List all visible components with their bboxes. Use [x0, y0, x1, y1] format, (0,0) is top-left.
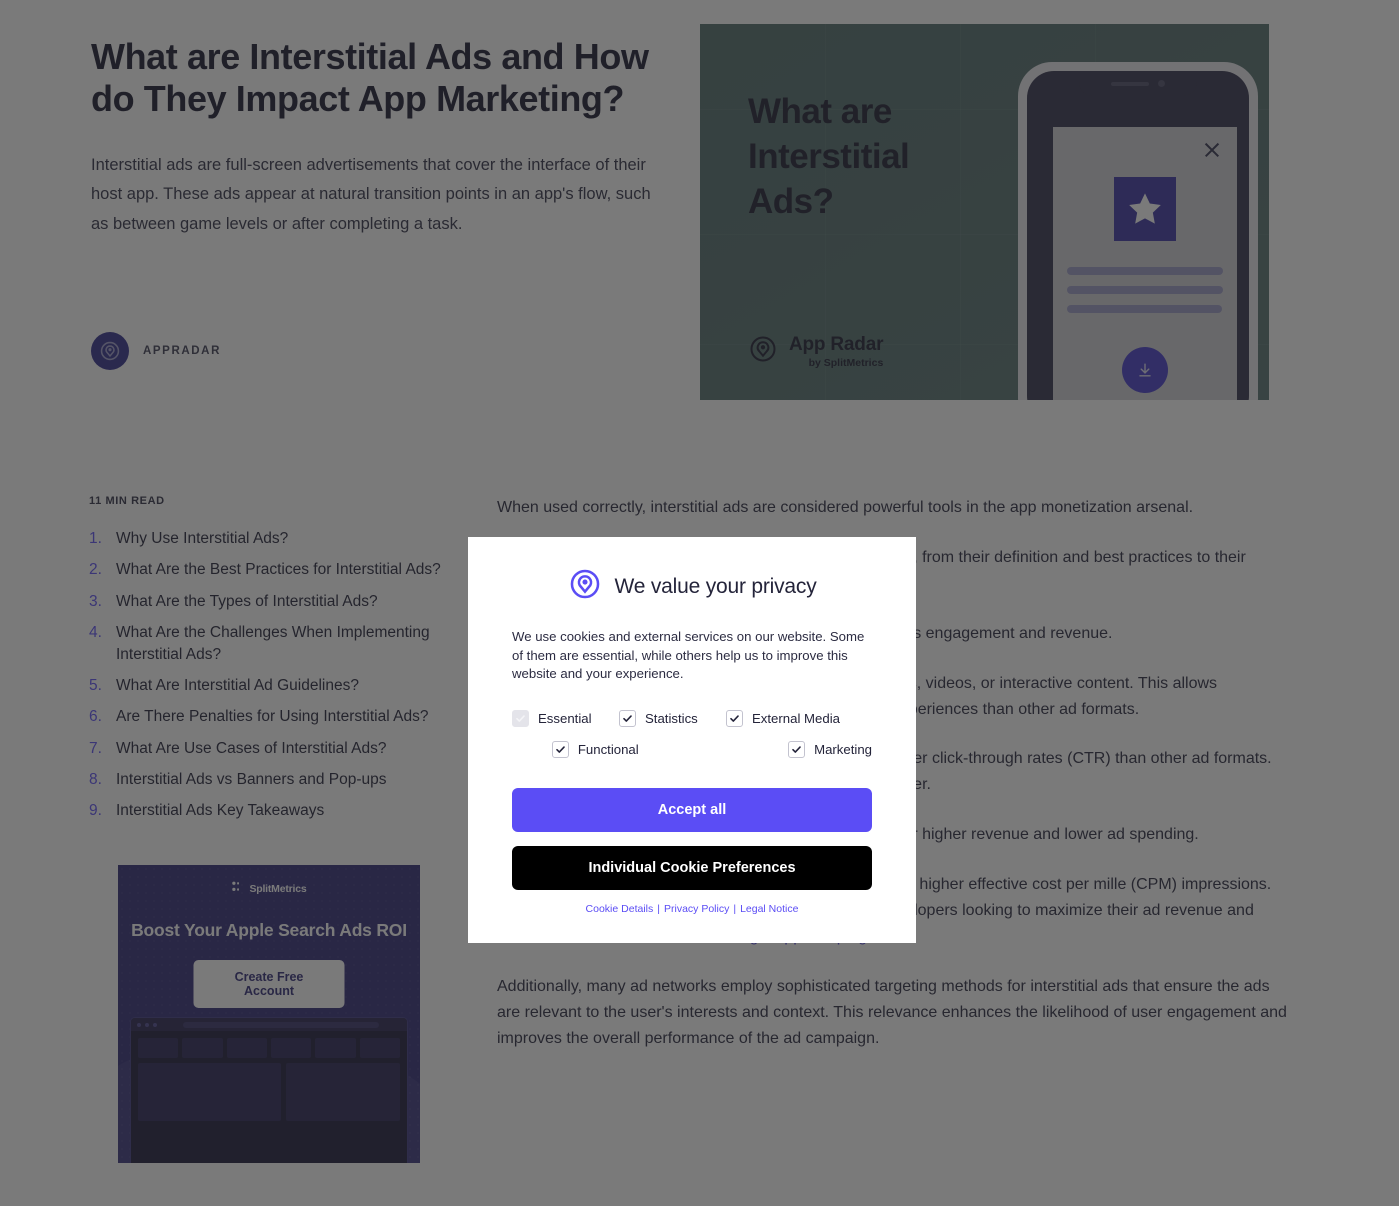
checkbox-box[interactable]	[788, 741, 806, 759]
checkbox-box[interactable]	[619, 710, 636, 728]
privacy-policy-link[interactable]: Privacy Policy	[664, 903, 729, 915]
dialog-description: We use cookies and external services on …	[512, 629, 865, 682]
checkbox-marketing[interactable]: Marketing	[788, 741, 872, 759]
individual-cookie-preferences-button[interactable]: Individual Cookie Preferences	[512, 846, 872, 891]
checkbox-label: Functional	[577, 742, 639, 758]
dialog-header: We value your privacy	[512, 537, 872, 606]
cookie-categories: Essential Statistics External Media Func…	[512, 710, 872, 759]
checkbox-statistics[interactable]: Statistics	[619, 710, 726, 728]
checkbox-box[interactable]	[551, 741, 569, 759]
appradar-logo-icon	[568, 567, 602, 606]
dialog-footer-links: Cookie Details | Privacy Policy | Legal Noti…	[512, 903, 872, 915]
checkbox-label: External Media	[752, 711, 840, 727]
checkbox-label: Essential	[538, 711, 592, 727]
accept-all-button[interactable]: Accept all	[512, 788, 872, 833]
link-separator: |	[733, 903, 737, 916]
checkbox-box[interactable]	[726, 710, 743, 728]
checkbox-external-media[interactable]: External Media	[726, 710, 840, 728]
cookie-consent-dialog: We value your privacy We use cookies and…	[468, 537, 916, 943]
cookie-details-link[interactable]: Cookie Details	[586, 903, 654, 915]
checkbox-label: Marketing	[814, 742, 872, 758]
legal-notice-link[interactable]: Legal Notice	[740, 903, 798, 915]
page-root: What are Interstitial Ads and How do The…	[0, 0, 1399, 1206]
checkbox-box	[512, 710, 529, 728]
checkbox-label: Statistics	[645, 711, 698, 727]
dialog-title: We value your privacy	[614, 574, 817, 598]
checkbox-functional[interactable]: Functional	[551, 741, 639, 759]
link-separator: |	[657, 903, 660, 916]
checkbox-essential: Essential	[512, 710, 619, 728]
